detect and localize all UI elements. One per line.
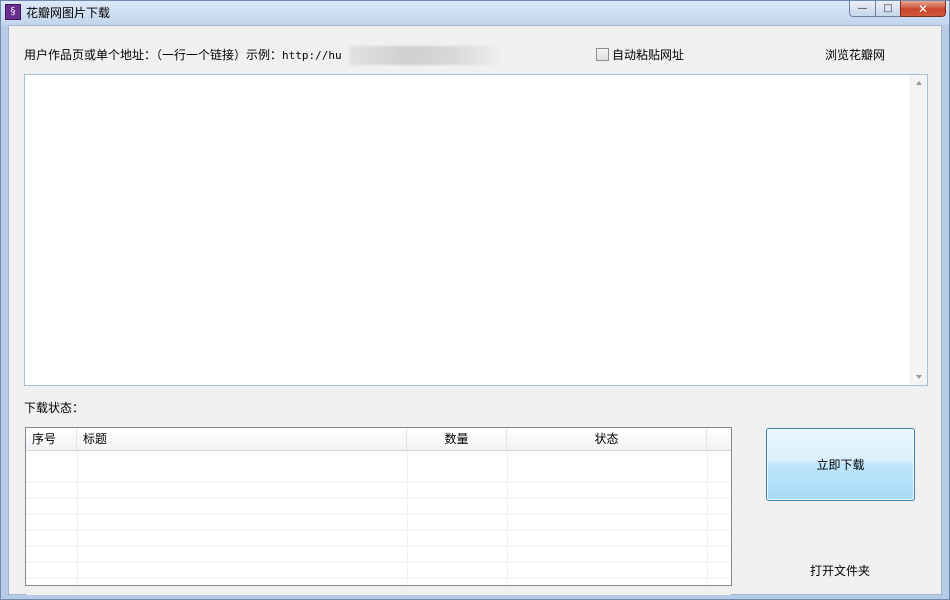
- column-header-count[interactable]: 数量: [407, 428, 507, 451]
- table-row: [26, 483, 731, 499]
- url-input-label: 用户作品页或单个地址：（一行一个链接）示例：http://hu: [24, 46, 342, 63]
- maximize-icon: □: [883, 2, 893, 14]
- browse-huaban-link[interactable]: 浏览花瓣网: [825, 46, 885, 63]
- table-row: [26, 563, 731, 579]
- title-bar[interactable]: § 花瓣网图片下载 — □ ✕: [1, 1, 949, 25]
- close-icon: ✕: [917, 1, 929, 16]
- column-divider: [407, 451, 408, 585]
- column-header-title[interactable]: 标题: [77, 428, 407, 451]
- window-controls: — □ ✕: [849, 1, 946, 17]
- column-header-index[interactable]: 序号: [26, 428, 77, 451]
- column-header-status[interactable]: 状态: [507, 428, 707, 451]
- url-input-textarea[interactable]: [24, 74, 928, 386]
- column-header-filler: [707, 428, 731, 451]
- app-window: § 花瓣网图片下载 — □ ✕ 用户作品页或单个地址：（一行一个链接）示例：ht…: [0, 0, 950, 600]
- scroll-up-icon[interactable]: [916, 81, 922, 85]
- table-row: [26, 467, 731, 483]
- table-row: [26, 579, 731, 595]
- column-divider: [77, 451, 78, 585]
- auto-paste-toggle[interactable]: 自动粘贴网址: [596, 46, 684, 63]
- table-row: [26, 499, 731, 515]
- auto-paste-checkbox[interactable]: [596, 48, 609, 61]
- table-header: 序号 标题 数量 状态: [26, 428, 731, 451]
- minimize-button[interactable]: —: [849, 1, 875, 17]
- column-divider: [707, 451, 708, 585]
- window-title: 花瓣网图片下载: [26, 6, 111, 20]
- redacted-url-block: [349, 46, 497, 65]
- table-row: [26, 515, 731, 531]
- maximize-button[interactable]: □: [875, 1, 900, 17]
- minimize-icon: —: [857, 2, 868, 14]
- client-area: 用户作品页或单个地址：（一行一个链接）示例：http://hu 自动粘贴网址 浏…: [8, 25, 942, 595]
- url-instruction-text: 用户作品页或单个地址：（一行一个链接）示例：: [24, 48, 283, 62]
- column-divider: [507, 451, 508, 585]
- auto-paste-label: 自动粘贴网址: [612, 48, 685, 62]
- open-folder-button[interactable]: 打开文件夹: [810, 562, 870, 579]
- scroll-down-icon[interactable]: [916, 375, 922, 379]
- close-button[interactable]: ✕: [900, 1, 946, 17]
- table-row: [26, 531, 731, 547]
- app-logo-icon: §: [5, 4, 21, 20]
- table-row: [26, 547, 731, 563]
- url-example-text: http://hu: [282, 49, 342, 62]
- download-now-button[interactable]: 立即下载: [766, 428, 915, 501]
- download-status-table[interactable]: 序号 标题 数量 状态: [25, 427, 732, 595]
- download-status-label: 下载状态：: [24, 401, 85, 415]
- textarea-scrollbar[interactable]: [910, 75, 927, 385]
